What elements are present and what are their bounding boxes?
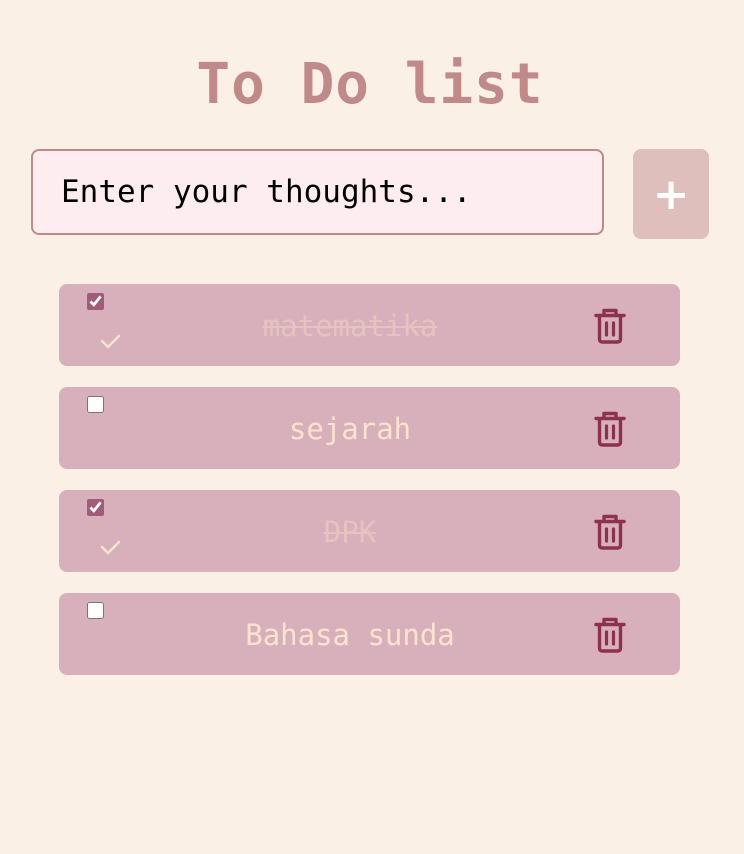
task-item: DPK bbox=[59, 490, 680, 572]
trash-icon bbox=[594, 308, 626, 344]
delete-task-button[interactable] bbox=[593, 513, 627, 551]
page-title: To Do list bbox=[196, 52, 544, 117]
add-task-button[interactable]: + bbox=[633, 149, 709, 239]
task-item: Bahasa sunda bbox=[59, 593, 680, 675]
add-task-form: + bbox=[31, 149, 711, 239]
delete-task-button[interactable] bbox=[593, 307, 627, 345]
trash-icon bbox=[594, 411, 626, 447]
trash-icon bbox=[594, 617, 626, 653]
trash-icon bbox=[594, 514, 626, 550]
task-label: Bahasa sunda bbox=[245, 618, 455, 652]
task-item: sejarah bbox=[59, 387, 680, 469]
task-input[interactable] bbox=[31, 149, 604, 235]
task-list: matematika sejarah DPK Bahasa sunda bbox=[59, 284, 680, 696]
task-label: sejarah bbox=[288, 412, 412, 446]
delete-task-button[interactable] bbox=[593, 616, 627, 654]
task-label: matematika bbox=[262, 309, 438, 343]
delete-task-button[interactable] bbox=[593, 410, 627, 448]
task-item: matematika bbox=[59, 284, 680, 366]
task-label: DPK bbox=[323, 515, 377, 549]
